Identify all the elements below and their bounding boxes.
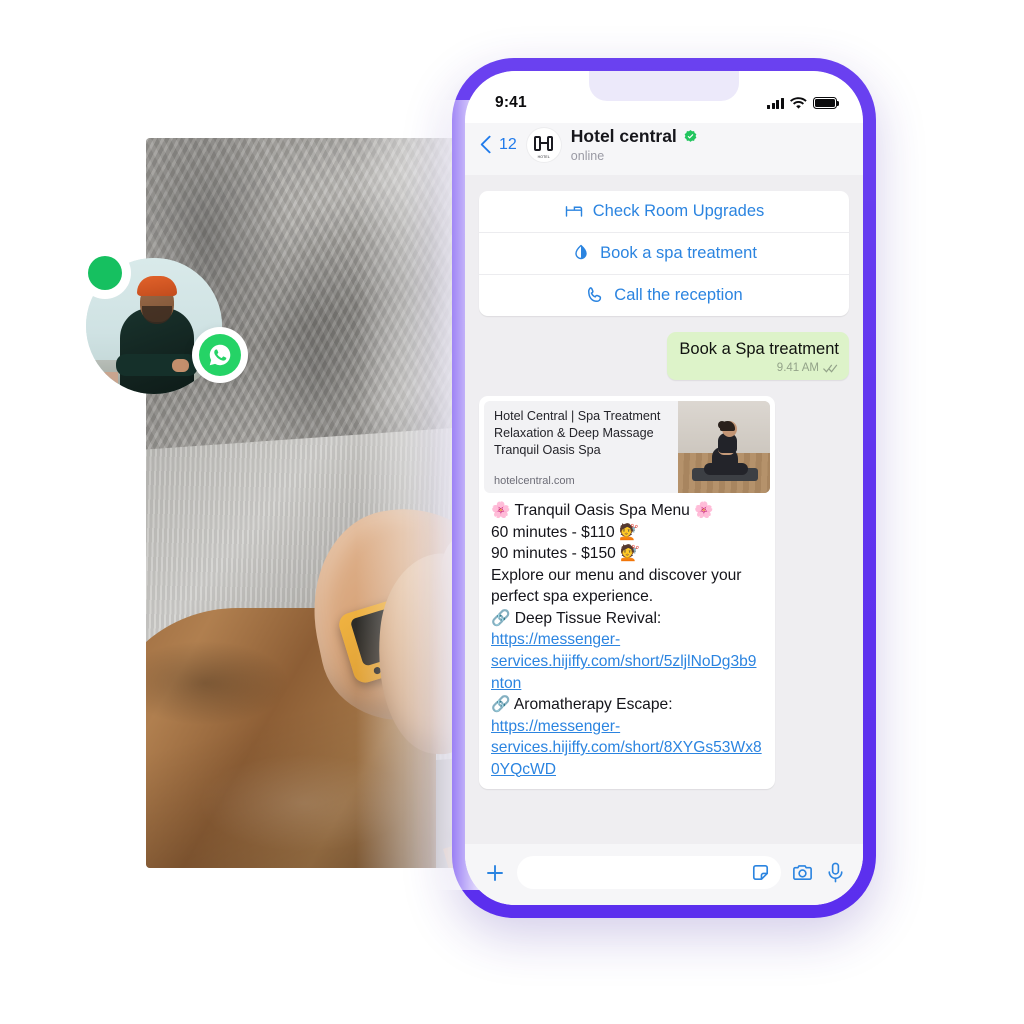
whatsapp-badge: [192, 327, 248, 383]
quick-reply-book-spa-treatment[interactable]: Book a spa treatment: [479, 233, 849, 275]
wifi-icon: [790, 96, 807, 109]
chat-contact-name: Hotel central: [570, 126, 677, 146]
status-bar: 9:41: [465, 71, 863, 123]
quick-reply-card: Check Room Upgrades Book a spa treatment: [479, 190, 849, 316]
link-preview-card[interactable]: Hotel Central | Spa Treatment Relaxation…: [484, 401, 770, 494]
avatar-hand: [172, 359, 189, 372]
double-check-icon: [823, 364, 838, 373]
spa-link-aromatherapy-escape[interactable]: https://messenger-services.hijiffy.com/s…: [491, 718, 762, 778]
chat-title-block: Hotel central online: [570, 126, 698, 163]
phone-screen: 9:41 12 HOTEL Hotel central online Check…: [465, 71, 863, 905]
microphone-icon[interactable]: [824, 861, 847, 884]
camera-icon[interactable]: [791, 861, 814, 884]
incoming-message-row: Hotel Central | Spa Treatment Relaxation…: [477, 396, 851, 790]
message-input-wrapper[interactable]: [517, 855, 781, 890]
incoming-message-bubble: Hotel Central | Spa Treatment Relaxation…: [479, 396, 775, 790]
outgoing-message-meta: 9.41 AM: [679, 362, 839, 374]
message-line: 🌸 Tranquil Oasis Spa Menu 🌸: [491, 502, 714, 520]
link-label: Aromatherapy Escape:: [513, 696, 673, 714]
link-emoji: 🔗: [491, 696, 511, 714]
monogram-crossbar: [539, 142, 549, 145]
signal-bars-icon: [767, 97, 784, 109]
background-photo: [146, 138, 476, 868]
message-composer: [465, 844, 863, 905]
plus-icon[interactable]: [483, 861, 507, 885]
spa-leaf-icon: [575, 244, 587, 260]
avatar-beanie: [137, 276, 177, 296]
outgoing-message-row: Book a Spa treatment 9.41 AM: [477, 331, 851, 381]
outgoing-message-text: Book a Spa treatment: [679, 339, 839, 358]
verified-badge-icon: [684, 130, 697, 143]
link-preview-text: Hotel Central | Spa Treatment Relaxation…: [484, 401, 678, 493]
quick-reply-check-room-upgrades[interactable]: Check Room Upgrades: [479, 191, 849, 233]
hotel-monogram-mark: HOTEL: [534, 136, 554, 159]
yoga-meditation-photo: [678, 401, 770, 494]
quick-reply-label: Book a spa treatment: [600, 243, 757, 262]
phone-bezel: 9:41 12 HOTEL Hotel central online Check…: [465, 71, 863, 905]
status-bar-indicators: [767, 96, 840, 110]
message-line: Explore our menu and discover your perfe…: [491, 566, 742, 606]
online-status-dot: [88, 256, 122, 290]
chat-title-row: Hotel central: [570, 126, 698, 147]
phone-handset-icon: [588, 287, 602, 303]
message-timestamp: 9.41 AM: [776, 362, 819, 375]
hotel-monogram-icon[interactable]: HOTEL: [526, 127, 561, 162]
message-line: 90 minutes - $150 💇: [491, 545, 640, 563]
quick-reply-call-the-reception[interactable]: Call the reception: [479, 275, 849, 316]
link-label: Deep Tissue Revival:: [514, 609, 662, 627]
quick-reply-label: Check Room Upgrades: [592, 201, 765, 220]
message-input[interactable]: [531, 855, 749, 890]
back-button[interactable]: 12: [480, 135, 517, 154]
status-bar-time: 9:41: [495, 94, 527, 111]
link-emoji: 🔗: [491, 609, 511, 627]
spa-link-deep-tissue-revival[interactable]: https://messenger-services.hijiffy.com/s…: [491, 631, 756, 691]
chat-header: 12 HOTEL Hotel central online: [465, 123, 863, 175]
chevron-left-icon: [480, 135, 499, 154]
monogram-caption: HOTEL: [537, 155, 550, 160]
message-line: 60 minutes - $110 💇: [491, 523, 639, 541]
chat-presence-status: online: [570, 148, 605, 163]
link-preview-domain: hotelcentral.com: [494, 475, 575, 488]
outgoing-message-bubble: Book a Spa treatment 9.41 AM: [667, 331, 849, 381]
link-preview-title: Hotel Central | Spa Treatment Relaxation…: [494, 409, 661, 457]
incoming-message-text: 🌸 Tranquil Oasis Spa Menu 🌸 60 minutes -…: [484, 493, 770, 780]
sticker-icon[interactable]: [749, 861, 772, 884]
unread-count: 12: [499, 135, 517, 153]
battery-full-icon: [813, 97, 840, 109]
bed-icon: [565, 206, 582, 217]
chat-message-list: Check Room Upgrades Book a spa treatment: [465, 174, 863, 844]
quick-reply-label: Call the reception: [614, 285, 743, 304]
phone-frame: 9:41 12 HOTEL Hotel central online Check…: [452, 58, 876, 918]
whatsapp-icon: [199, 334, 241, 376]
